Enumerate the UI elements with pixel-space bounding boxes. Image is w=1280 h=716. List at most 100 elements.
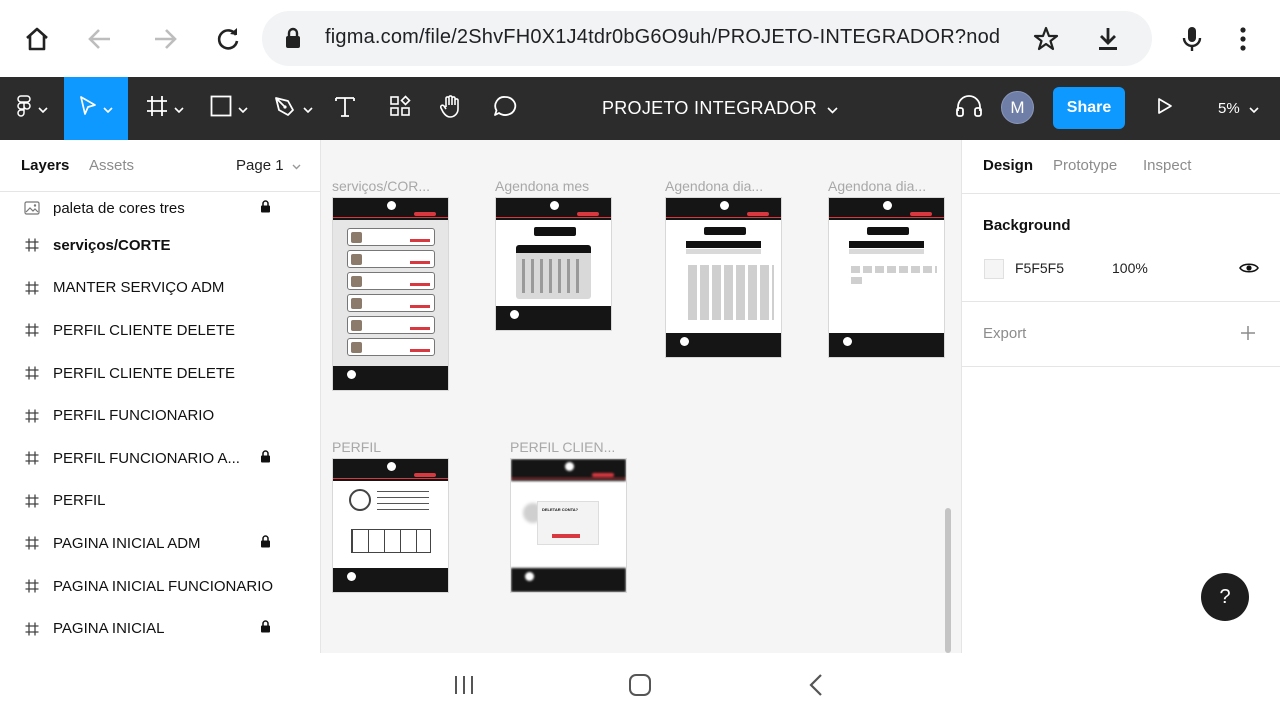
- user-avatar[interactable]: M: [1001, 91, 1034, 124]
- section-divider: [962, 301, 1280, 302]
- recent-apps-icon[interactable]: [444, 669, 484, 701]
- canvas-vertical-scrollbar[interactable]: [945, 508, 951, 653]
- hand-icon: [439, 93, 464, 124]
- zoom-dropdown[interactable]: 5%: [1218, 77, 1259, 140]
- frame-footer: [829, 333, 944, 357]
- shape-tool[interactable]: [204, 77, 254, 140]
- add-export-plus-icon[interactable]: [1240, 325, 1256, 346]
- layer-row[interactable]: paleta de cores tres: [0, 192, 320, 224]
- background-hex-input[interactable]: F5F5F5: [1015, 260, 1064, 276]
- layer-row[interactable]: serviços/CORTE: [0, 224, 320, 267]
- lock-icon[interactable]: [260, 620, 271, 637]
- help-button[interactable]: ?: [1201, 573, 1249, 621]
- layer-name: PAGINA INICIAL: [53, 620, 165, 638]
- comment-tool[interactable]: [490, 77, 520, 140]
- frame-label-agendona-mes[interactable]: Agendona mes: [495, 178, 589, 194]
- share-button[interactable]: Share: [1053, 87, 1125, 129]
- home-icon[interactable]: [17, 19, 57, 59]
- forward-icon[interactable]: [145, 19, 185, 59]
- lock-icon: [284, 27, 302, 54]
- hand-tool[interactable]: [436, 77, 468, 140]
- tab-layers[interactable]: Layers: [21, 157, 69, 174]
- background-color-swatch[interactable]: [984, 259, 1004, 279]
- frame-agendona-mes[interactable]: [495, 197, 612, 331]
- frame-layer-icon: [22, 451, 42, 465]
- comment-bubble-icon: [493, 95, 517, 122]
- file-title: PROJETO INTEGRADOR: [601, 98, 818, 118]
- layer-row[interactable]: PERFIL CLIENTE DELETE: [0, 309, 320, 352]
- chevron-down-icon: [103, 100, 113, 118]
- frame-header: [333, 198, 448, 220]
- frame-header: [829, 198, 944, 220]
- tab-assets[interactable]: Assets: [89, 157, 134, 174]
- page-name: Page 1: [236, 157, 284, 174]
- main-menu-button[interactable]: [0, 77, 64, 140]
- resources-tool[interactable]: [385, 77, 415, 140]
- audio-call-button[interactable]: [953, 77, 985, 140]
- frame-layer-icon: [22, 536, 42, 550]
- layer-name: PERFIL CLIENTE DELETE: [53, 364, 235, 382]
- star-icon[interactable]: [1032, 25, 1060, 58]
- frame-layer-icon: [22, 281, 42, 295]
- design-canvas[interactable]: serviços/COR... Agendona mes Agendona di…: [321, 140, 961, 653]
- back-nav-icon[interactable]: [796, 669, 836, 701]
- delete-modal: DELETAR CONTA?: [537, 501, 599, 545]
- more-icon[interactable]: [1223, 19, 1263, 59]
- system-navigation-bar: [0, 653, 1280, 716]
- frame-agendona-dia-1[interactable]: [665, 197, 782, 358]
- present-button[interactable]: [1152, 77, 1178, 140]
- play-icon: [1157, 97, 1173, 120]
- frame-tool[interactable]: [140, 77, 190, 140]
- page-selector[interactable]: Page 1: [236, 157, 301, 174]
- file-title-button[interactable]: PROJETO INTEGRADOR: [575, 77, 865, 140]
- tab-prototype[interactable]: Prototype: [1053, 157, 1117, 174]
- frame-label-agendona-dia-1[interactable]: Agendona dia...: [665, 178, 763, 194]
- back-icon[interactable]: [80, 19, 120, 59]
- chevron-down-icon: [1249, 100, 1259, 117]
- left-panel-tabs: Layers Assets Page 1: [0, 140, 320, 192]
- layer-row[interactable]: PERFIL FUNCIONARIO A...: [0, 437, 320, 480]
- frame-perfil-cliente-delete[interactable]: DELETAR CONTA?: [510, 458, 627, 593]
- lock-icon[interactable]: [260, 199, 271, 217]
- layer-row[interactable]: PAGINA INICIAL ADM: [0, 522, 320, 565]
- layer-name: PERFIL CLIENTE DELETE: [53, 321, 235, 339]
- tab-design[interactable]: Design: [983, 157, 1033, 174]
- tab-inspect[interactable]: Inspect: [1143, 157, 1191, 174]
- home-nav-icon[interactable]: [620, 669, 660, 701]
- layer-row[interactable]: PERFIL FUNCIONARIO: [0, 394, 320, 437]
- frame-hash-icon: [146, 95, 168, 122]
- frame-footer: [496, 306, 611, 330]
- frame-header: [333, 459, 448, 481]
- frame-label-perfil[interactable]: PERFIL: [332, 439, 381, 455]
- layer-row[interactable]: PAGINA INICIAL: [0, 607, 320, 650]
- background-opacity-input[interactable]: 100%: [1112, 260, 1148, 276]
- layer-row[interactable]: PERFIL: [0, 480, 320, 523]
- zoom-level: 5%: [1218, 100, 1240, 117]
- pen-tool[interactable]: [268, 77, 318, 140]
- frame-agendona-dia-2[interactable]: [828, 197, 945, 358]
- frame-label-agendona-dia-2[interactable]: Agendona dia...: [828, 178, 926, 194]
- move-tool[interactable]: [64, 77, 128, 140]
- mic-icon[interactable]: [1172, 19, 1212, 59]
- download-icon[interactable]: [1088, 19, 1128, 59]
- text-tool[interactable]: [330, 77, 360, 140]
- eye-visibility-icon[interactable]: [1239, 261, 1259, 280]
- frame-footer: [511, 568, 626, 592]
- address-bar[interactable]: figma.com/file/2ShvFH0X1J4tdr0bG6O9uh/PR…: [262, 11, 1152, 66]
- chevron-down-icon: [238, 100, 248, 118]
- chevron-down-icon: [174, 100, 184, 118]
- frame-label-perfil-cliente[interactable]: PERFIL CLIEN...: [510, 439, 615, 455]
- layer-row[interactable]: PERFIL CLIENTE DELETE: [0, 352, 320, 395]
- lock-icon[interactable]: [260, 535, 271, 552]
- frame-header: [666, 198, 781, 220]
- layer-name: PERFIL: [53, 492, 106, 510]
- lock-icon[interactable]: [260, 450, 271, 467]
- frame-label-servicos[interactable]: serviços/COR...: [332, 178, 430, 194]
- layer-name: paleta de cores tres: [53, 199, 185, 217]
- layer-row[interactable]: PAGINA INICIAL FUNCIONARIO: [0, 565, 320, 608]
- frame-perfil[interactable]: [332, 458, 449, 593]
- frame-footer: [666, 333, 781, 357]
- layer-row[interactable]: MANTER SERVIÇO ADM: [0, 267, 320, 310]
- frame-servicos-corte[interactable]: [332, 197, 449, 391]
- reload-icon[interactable]: [208, 19, 248, 59]
